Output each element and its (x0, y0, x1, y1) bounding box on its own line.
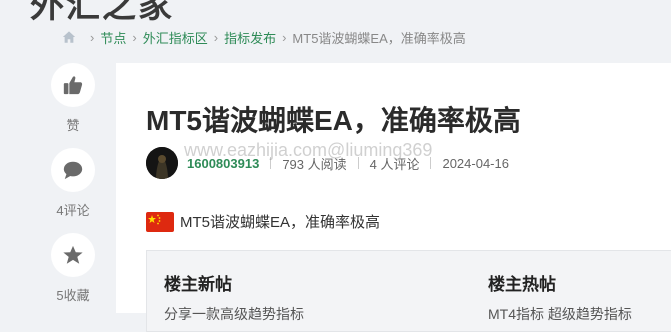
breadcrumb-separator: › (282, 29, 287, 45)
china-flag-icon (146, 211, 174, 232)
avatar-image (146, 147, 178, 179)
thumbs-up-icon (63, 76, 83, 95)
breadcrumb-link-node[interactable]: 节点 (100, 28, 126, 47)
post-subtitle: MT5谐波蝴蝶EA，准确率极高 (180, 214, 381, 231)
new-post-link[interactable]: 分享一款高级趋势指标 (164, 304, 304, 324)
like-action[interactable]: 赞 (51, 63, 95, 134)
post-date: 2024-04-16 (442, 155, 509, 171)
favorite-button[interactable] (51, 233, 95, 277)
home-icon[interactable] (62, 30, 76, 44)
new-posts-title: 楼主新帖 (164, 275, 232, 294)
breadcrumb-separator: › (90, 29, 95, 45)
favorite-action[interactable]: 5收藏 (51, 233, 95, 304)
watermark: www.eazhijia.com@liuming369 (184, 140, 433, 160)
breadcrumb-current: MT5谐波蝴蝶EA，准确率极高 (292, 30, 466, 46)
star-icon (63, 245, 83, 264)
breadcrumb-separator: › (132, 29, 137, 45)
breadcrumb-link-indicator-release[interactable]: 指标发布 (224, 28, 276, 47)
hot-post-link[interactable]: MT4指标 超级趋势指标 (488, 304, 632, 324)
comment-icon (63, 161, 83, 180)
comment-button[interactable] (51, 148, 95, 192)
hot-posts-title: 楼主热帖 (488, 275, 556, 294)
comment-count-label: 4评论 (56, 203, 90, 218)
favorite-count-label: 5收藏 (56, 288, 90, 303)
breadcrumb: › 节点 › 外汇指标区 › 指标发布 › MT5谐波蝴蝶EA，准确率极高 (62, 28, 466, 46)
author-new-posts: 楼主新帖 分享一款高级趋势指标 (164, 270, 304, 324)
author-hot-posts: 楼主热帖 MT4指标 超级趋势指标 (488, 270, 632, 324)
site-logo[interactable]: 外汇之家 (30, 0, 174, 27)
breadcrumb-separator: › (213, 29, 219, 45)
related-posts-panel: 楼主新帖 分享一款高级趋势指标 楼主热帖 MT4指标 超级趋势指标 (146, 250, 671, 332)
author-avatar[interactable] (146, 147, 178, 179)
comment-action[interactable]: 4评论 (51, 148, 95, 219)
post-subtitle-line: MT5谐波蝴蝶EA，准确率极高 (146, 211, 380, 232)
post-title: MT5谐波蝴蝶EA，准确率极高 (146, 105, 521, 136)
breadcrumb-link-forex-indicators[interactable]: 外汇指标区 (143, 28, 208, 47)
like-button[interactable] (51, 63, 95, 107)
post-card: MT5谐波蝴蝶EA，准确率极高 1600803913 793 人阅读 4 人评论… (116, 63, 671, 332)
like-label: 赞 (66, 118, 80, 133)
